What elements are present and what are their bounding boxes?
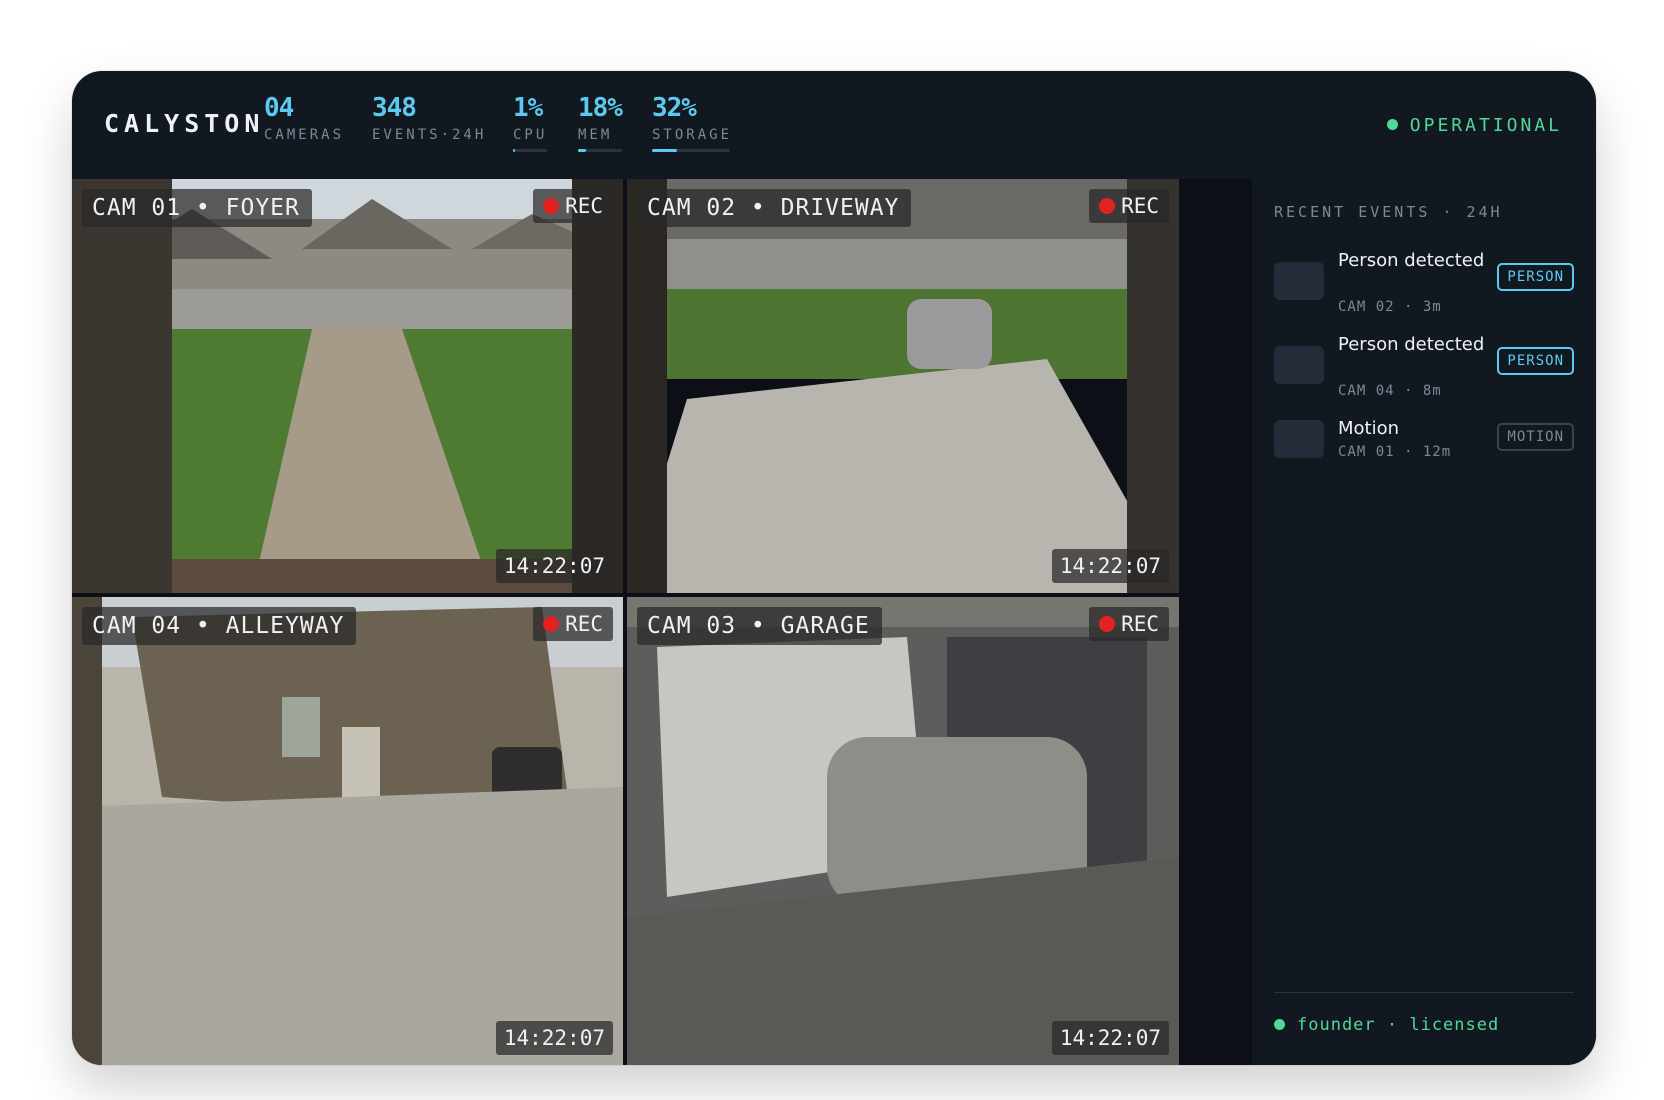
event-item[interactable]: Motion CAM 01 · 12m MOTION [1274,417,1574,467]
rec-text: REC [1121,194,1159,218]
camera-label: CAM 04 • ALLEYWAY [82,607,357,645]
rec-indicator: REC [1089,607,1169,641]
cpu-meter-fill [513,149,516,152]
camera-label: CAM 02 • DRIVEWAY [637,189,912,227]
stat-mem: 18% MEM [578,93,623,152]
stat-value: 18% [578,93,623,123]
brand-logo: CALYSTON [104,109,265,138]
event-tag: PERSON [1497,347,1574,375]
camera-feed-alleyway[interactable]: CAM 04 • ALLEYWAY REC 14:22:07 [72,597,623,1065]
event-item[interactable]: Person detected CAM 02 · 3m PERSON [1274,249,1574,319]
mem-meter-fill [578,149,586,152]
camera-grid: CAM 01 • FOYER REC 14:22:07 CAM 02 • DRI… [72,179,1252,1065]
camera-timestamp: 14:22:07 [1051,549,1169,583]
event-title: Person detected [1338,250,1485,271]
camera-image [627,179,1179,593]
rec-dot-icon [543,198,560,214]
system-status: OPERATIONAL [1386,115,1562,136]
camera-feed-driveway[interactable]: CAM 02 • DRIVEWAY REC 14:22:07 [627,179,1179,593]
event-meta: CAM 04 · 8m [1338,383,1442,399]
camera-timestamp: 14:22:07 [495,549,613,583]
camera-timestamp: 14:22:07 [1051,1021,1169,1055]
event-tag: MOTION [1497,423,1574,451]
top-bar: CALYSTON 04 CAMERAS 348 EVENTS·24H 1% CP… [72,71,1596,180]
camera-image [72,179,623,593]
stat-value: 1% [513,93,543,123]
events-panel: RECENT EVENTS · 24H Person detected CAM … [1252,179,1596,1065]
stat-value: 32% [652,93,697,123]
cpu-meter [513,149,547,152]
rec-dot-icon [543,616,560,632]
event-meta: CAM 02 · 3m [1338,299,1442,315]
storage-meter-fill [652,149,677,152]
rec-text: REC [565,194,603,218]
stat-label: CPU [513,127,548,143]
storage-meter [652,149,730,152]
rec-dot-icon [1099,198,1116,214]
camera-feed-foyer[interactable]: CAM 01 • FOYER REC 14:22:07 [72,179,623,593]
event-item[interactable]: Person detected CAM 04 · 8m PERSON [1274,333,1574,403]
stat-label: EVENTS·24H [372,127,487,143]
camera-timestamp: 14:22:07 [495,1021,613,1055]
events-panel-title: RECENT EVENTS · 24H [1274,203,1503,221]
event-meta: CAM 01 · 12m [1338,444,1452,460]
event-tag: PERSON [1497,263,1574,291]
stat-label: CAMERAS [264,127,345,143]
rec-text: REC [565,612,603,636]
event-title: Motion [1338,418,1400,439]
rec-text: REC [1121,612,1159,636]
stat-value: 04 [264,93,294,123]
rec-indicator: REC [533,607,613,641]
camera-label: CAM 03 • GARAGE [637,607,882,645]
mem-meter [578,149,622,152]
license-status: founder · licensed [1274,992,1574,1035]
camera-image [627,597,1179,1065]
stat-label: MEM [578,127,613,143]
camera-label: CAM 01 • FOYER [82,189,312,227]
rec-dot-icon [1099,616,1116,632]
stat-cameras: 04 CAMERAS [264,93,344,143]
camera-feed-garage[interactable]: CAM 03 • GARAGE REC 14:22:07 [627,597,1179,1065]
license-label: founder · licensed [1297,1015,1500,1035]
rec-indicator: REC [1089,189,1169,223]
stat-label: STORAGE [652,127,733,143]
event-thumbnail [1274,262,1324,300]
event-thumbnail [1274,420,1324,458]
camera-image [72,597,623,1065]
rec-indicator: REC [533,189,613,223]
stat-events: 348 EVENTS·24H [372,93,486,143]
license-dot-icon [1274,1019,1285,1030]
status-label: OPERATIONAL [1409,115,1562,136]
stat-cpu: 1% CPU [513,93,547,152]
event-thumbnail [1274,346,1324,384]
stat-storage: 32% STORAGE [652,93,730,152]
app-window: CALYSTON 04 CAMERAS 348 EVENTS·24H 1% CP… [72,71,1596,1065]
stat-value: 348 [372,93,417,123]
status-dot-icon [1386,119,1398,130]
event-title: Person detected [1338,334,1485,355]
